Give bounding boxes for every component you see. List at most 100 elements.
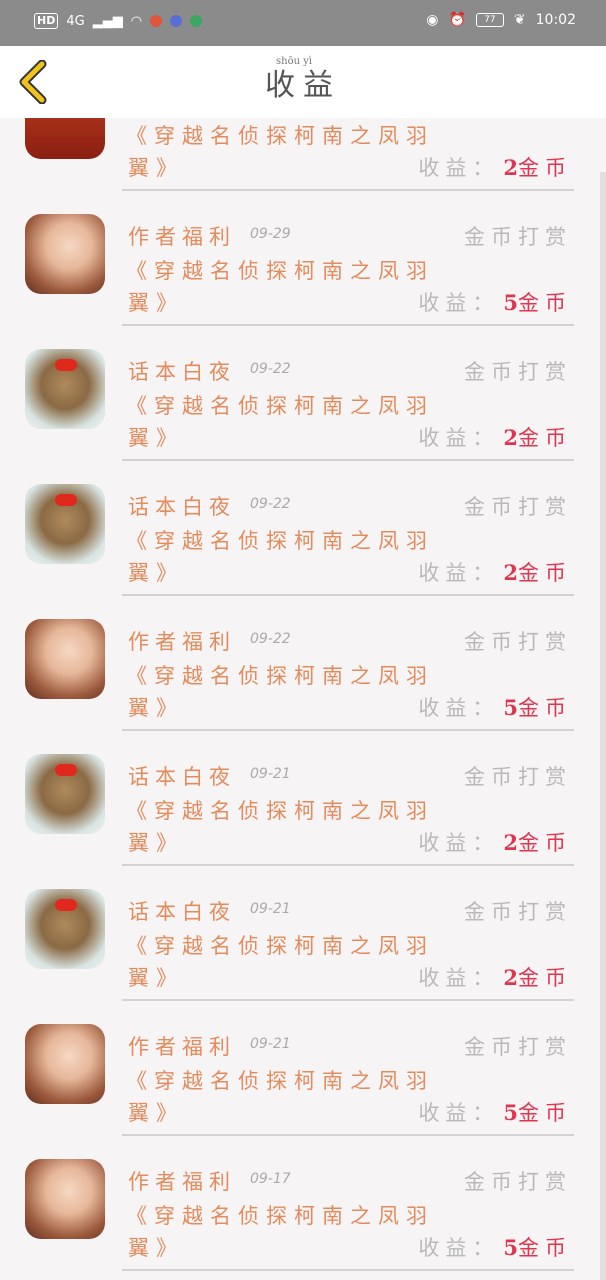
book-title-line2: 翼》 (128, 156, 184, 180)
clock-time: 10:02 (535, 12, 576, 28)
income-value: 收益： 2金币 (418, 962, 572, 992)
item-date: 09-29 (250, 226, 291, 242)
scrollbar[interactable] (600, 172, 606, 1280)
list-item[interactable]: 话本白夜 09-21 金币打赏 《穿越名侦探柯南之凤羽 翼》 收益： 2金币 (0, 731, 600, 866)
alarm-icon: ⏰ (448, 12, 466, 28)
book-title-line1: 《穿越名侦探柯南之凤羽 (126, 1204, 434, 1228)
item-date: 09-22 (250, 496, 291, 512)
avatar[interactable] (25, 349, 105, 429)
item-date: 09-17 (250, 1171, 291, 1187)
title-pinyin: shōu yì (276, 56, 313, 67)
list-item[interactable]: 绿说《穿越名侦探柯南之凤羽翼》 收益：2金币 (0, 118, 600, 191)
list-item[interactable]: 作者福利 09-29 金币打赏《穿越名侦探柯南之凤羽 翼》 收益： 5金币 (0, 191, 600, 326)
list-item[interactable]: 话本白夜 09-22 金币打赏《穿越名侦探柯南之凤羽 翼》 收益： 2金币 (0, 326, 600, 461)
income-unit: 金币 (518, 156, 572, 180)
income-amount: 2 (503, 830, 518, 855)
list-item[interactable]: 话本白夜 09-21 金币打赏 《穿越名侦探柯南之凤羽 翼》 收益： 2金币 (0, 866, 600, 1001)
bow-decoration (55, 359, 77, 371)
book-title-line2: 翼》 (128, 966, 184, 990)
income-label: 收益： (418, 156, 500, 180)
sender-name: 作者福利 (128, 1170, 236, 1194)
income-amount: 2 (503, 425, 518, 450)
sender-name: 作者福利 (128, 1035, 236, 1059)
sender-name: 作者福利 (128, 630, 236, 654)
income-unit: 金币 (518, 291, 572, 315)
income-label: 收益： (418, 1236, 500, 1260)
book-title-line1: 《穿越名侦探柯南之凤羽 (126, 1069, 434, 1093)
avatar[interactable] (25, 1159, 105, 1239)
bow-decoration (55, 764, 77, 776)
income-label: 收益： (418, 696, 500, 720)
income-amount: 5 (503, 695, 518, 720)
list-item[interactable]: 作者福利 09-17 金币打赏《穿越名侦探柯南之凤羽 翼》 收益： 5金币 (0, 1136, 600, 1271)
sender-name: 话本白夜 (128, 900, 236, 924)
reward-type: 金币打赏 (464, 630, 572, 654)
book-title-line1: 《穿越名侦探柯南之凤羽 (126, 394, 434, 418)
book-title-line1: 《穿越名侦探柯南之凤羽 (126, 934, 434, 958)
sender-name: 作者福利 (128, 225, 236, 249)
book-title-line2: 翼》 (128, 1101, 184, 1125)
avatar[interactable] (25, 889, 105, 969)
sender-name: 话本白夜 (128, 765, 236, 789)
reward-type: 金币打赏 (464, 1035, 572, 1059)
income-amount: 5 (503, 1100, 518, 1125)
divider (122, 1269, 574, 1271)
sender-name: 话本白夜 (128, 360, 236, 384)
list-item[interactable]: 话本白夜 09-22 金币打赏 《穿越名侦探柯南之凤羽 翼》 收益： 2金币 (0, 461, 600, 596)
reward-type: 金币打赏 (464, 765, 572, 789)
income-label: 收益： (418, 426, 500, 450)
book-title-line1: 《穿越名侦探柯南之凤羽 (126, 259, 434, 283)
status-right: ◉ ⏰ 77 ❦ 10:02 (426, 12, 576, 28)
reward-type: 金币打赏 (464, 495, 572, 519)
signal-icon: ▂▄▆ (92, 13, 123, 29)
reward-type: 金币打赏 (464, 225, 572, 249)
income-unit: 金币 (518, 1236, 572, 1260)
notification-app-icon (150, 15, 163, 27)
book-title-line1: 《穿越名侦探柯南之凤羽 (126, 529, 434, 553)
leaf-icon: ❦ (513, 12, 526, 28)
book-title-line2: 翼》 (128, 696, 184, 720)
reward-type: 金币打赏 (464, 900, 572, 924)
avatar[interactable] (25, 754, 105, 834)
list-item[interactable]: 作者福利 09-21 金币打赏《穿越名侦探柯南之凤羽 翼》 收益： 5金币 (0, 1001, 600, 1136)
avatar[interactable] (25, 1024, 105, 1104)
income-value: 收益： 2金币 (418, 557, 572, 587)
item-date: 09-22 (250, 631, 291, 647)
book-title-line2: 翼》 (128, 426, 184, 450)
income-list[interactable]: 绿说《穿越名侦探柯南之凤羽翼》收益：2金币作者福利09-29金币打赏《穿越名侦探… (0, 118, 606, 1280)
avatar[interactable]: 绿说 (25, 118, 105, 159)
avatar[interactable] (25, 484, 105, 564)
store-app-icon (190, 15, 203, 27)
item-date: 09-21 (250, 1036, 291, 1052)
avatar[interactable] (25, 214, 105, 294)
status-bar: HD 4G ▂▄▆ ◠ ◉ ⏰ 77 ❦ 10:02 (0, 0, 606, 46)
wifi-icon: ◠ (130, 13, 143, 29)
income-value: 收益： 5金币 (418, 692, 572, 722)
video-app-icon (170, 15, 183, 27)
book-title-line2: 翼》 (128, 291, 184, 315)
bow-decoration (55, 494, 77, 506)
battery-icon: 77 (475, 13, 504, 27)
list-item[interactable]: 作者福利 09-22 金币打赏 《穿越名侦探柯南之凤羽 翼》 收益： 5金币 (0, 596, 600, 731)
item-date: 09-22 (250, 361, 291, 377)
income-unit: 金币 (518, 426, 572, 450)
item-date: 09-21 (250, 766, 291, 782)
reward-type: 金币打赏 (464, 360, 572, 384)
reward-type: 金币打赏 (464, 1170, 572, 1194)
book-title-line1: 《穿越名侦探柯南之凤羽 (126, 799, 434, 823)
income-unit: 金币 (518, 1101, 572, 1125)
title-text: 收益 (265, 68, 341, 103)
page-title: shōu yì 收益 (0, 56, 606, 104)
avatar[interactable] (25, 619, 105, 699)
income-label: 收益： (418, 1101, 500, 1125)
income-value: 收益： 5金币 (418, 1097, 572, 1127)
income-unit: 金币 (518, 966, 572, 990)
income-value: 收益： 5金币 (418, 287, 572, 317)
income-value: 收益： 5金币 (418, 1232, 572, 1262)
book-title-line2: 翼》 (128, 831, 184, 855)
income-unit: 金币 (518, 831, 572, 855)
book-title-line2: 翼》 (128, 1236, 184, 1260)
income-label: 收益： (418, 561, 500, 585)
hd-indicator: HD (34, 13, 59, 29)
income-amount: 5 (503, 290, 518, 315)
